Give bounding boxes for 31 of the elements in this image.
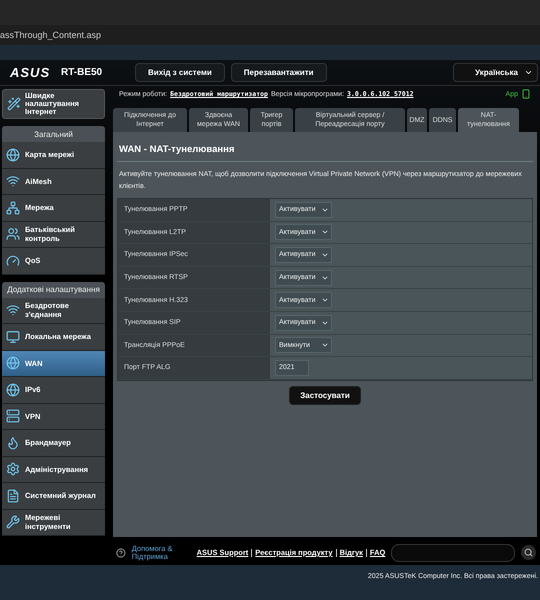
- header-button[interactable]: Перезавантажити: [230, 63, 327, 82]
- globe-icon: [6, 382, 20, 397]
- users-icon: [6, 227, 20, 242]
- caret-icon: [524, 68, 533, 77]
- network-icon: [6, 200, 20, 215]
- model-name: RT-BE50: [61, 67, 104, 78]
- search-field[interactable]: [391, 544, 516, 562]
- phone-icon[interactable]: [521, 89, 531, 99]
- monitor-icon: [6, 330, 20, 344]
- url-text: assThrough_Content.asp: [0, 30, 102, 40]
- sidebar-section-title: Загальний: [2, 126, 105, 142]
- help-icon: [116, 548, 126, 558]
- language-select[interactable]: Українська: [453, 63, 538, 82]
- search-button[interactable]: [521, 545, 536, 560]
- server-icon: [6, 409, 20, 424]
- globe-icon: [6, 356, 20, 370]
- wifi-icon: [6, 303, 20, 318]
- logo: ASUS: [10, 65, 52, 80]
- wand-icon: [7, 97, 21, 111]
- header-button[interactable]: Вихід з системи: [135, 63, 225, 82]
- apply-button[interactable]: Застосувати: [289, 386, 361, 405]
- globe-icon: [6, 148, 20, 162]
- document-icon: [6, 488, 20, 503]
- gauge-icon: [6, 254, 20, 268]
- flame-icon: [6, 436, 20, 450]
- panel-title: WAN - NAT-тунелювання: [118, 144, 236, 155]
- settings-icon: [6, 462, 20, 476]
- sidebar-section-title: Додаткові налаштування: [2, 282, 105, 298]
- wifi-icon: [6, 174, 20, 188]
- search-icon: [524, 548, 534, 557]
- wrench-icon: [6, 515, 20, 530]
